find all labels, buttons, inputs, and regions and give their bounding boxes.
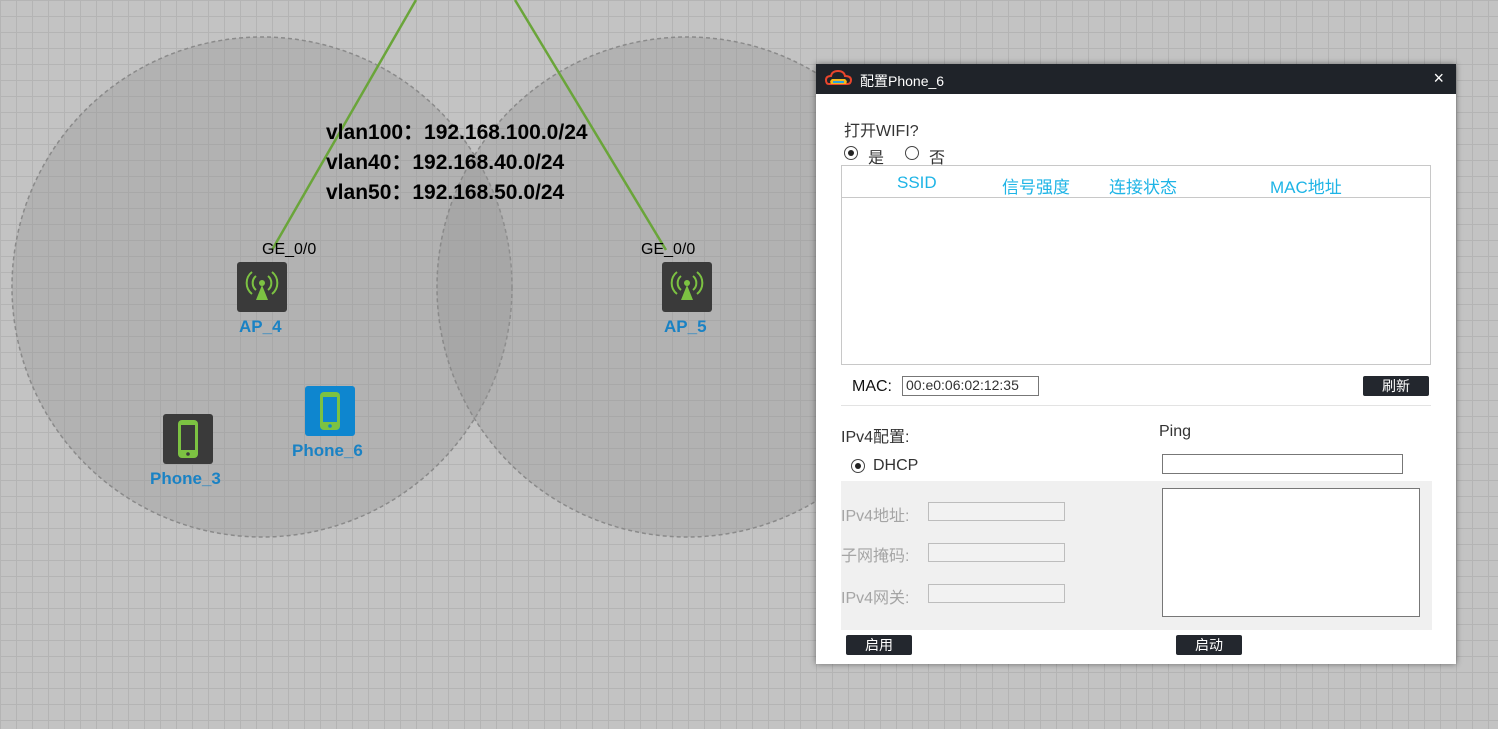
close-icon[interactable]: × bbox=[1433, 68, 1444, 89]
gateway-label: IPv4网关: bbox=[841, 590, 910, 607]
apply-button[interactable]: 启用 bbox=[846, 635, 912, 655]
phone6-label: Phone_6 bbox=[292, 441, 363, 460]
ipv4-address-input[interactable] bbox=[928, 502, 1065, 521]
col-connection-status[interactable]: 连接状态 bbox=[1109, 173, 1177, 198]
col-signal-strength[interactable]: 信号强度 bbox=[1002, 173, 1070, 198]
ap4-label: AP_4 bbox=[239, 317, 282, 336]
wifi-question-label: 打开WIFI? bbox=[844, 123, 919, 140]
ap4-device[interactable] bbox=[237, 262, 287, 312]
ipv4-address-label: IPv4地址: bbox=[841, 508, 910, 525]
dialog-title: 配置Phone_6 bbox=[860, 73, 945, 89]
phone3-label: Phone_3 bbox=[150, 469, 221, 488]
vlan40-annotation: vlan40：192.168.40.0/24 bbox=[326, 151, 565, 174]
wifi-no-radio[interactable] bbox=[905, 146, 919, 160]
ping-label: Ping bbox=[1159, 423, 1192, 440]
table-header-row: SSID 信号强度 连接状态 MAC地址 bbox=[842, 166, 1430, 198]
refresh-button[interactable]: 刷新 bbox=[1363, 376, 1429, 396]
vlan100-annotation: vlan100：192.168.100.0/24 bbox=[326, 121, 588, 144]
ap5-device[interactable] bbox=[662, 262, 712, 312]
wifi-yes-radio[interactable] bbox=[844, 146, 858, 160]
ap5-label: AP_5 bbox=[664, 317, 707, 336]
vlan50-annotation: vlan50：192.168.50.0/24 bbox=[326, 181, 565, 204]
phone-icon bbox=[320, 392, 340, 430]
phone-config-dialog: 配置Phone_6 × 打开WIFI? 是 否 SSID 信号强度 连接状态 M… bbox=[816, 64, 1456, 664]
divider bbox=[841, 405, 1431, 406]
subnet-mask-label: 子网掩码: bbox=[841, 548, 910, 565]
dialog-titlebar[interactable]: 配置Phone_6 × bbox=[816, 64, 1456, 94]
phone3-device[interactable] bbox=[163, 414, 213, 464]
mac-field[interactable]: 00:e0:06:02:12:35 bbox=[902, 376, 1039, 396]
subnet-mask-input[interactable] bbox=[928, 543, 1065, 562]
wifi-network-table[interactable]: SSID 信号强度 连接状态 MAC地址 bbox=[841, 165, 1431, 365]
ap5-port-label: GE_0/0 bbox=[641, 241, 696, 258]
gateway-input[interactable] bbox=[928, 584, 1065, 603]
cloud-logo-icon bbox=[825, 69, 853, 85]
phone6-device[interactable] bbox=[305, 386, 355, 436]
dhcp-label: DHCP bbox=[873, 457, 919, 474]
dhcp-radio[interactable] bbox=[851, 459, 865, 473]
start-ping-button[interactable]: 启动 bbox=[1176, 635, 1242, 655]
wireless-ap-icon bbox=[670, 271, 704, 300]
ipv4-config-label: IPv4配置: bbox=[841, 429, 910, 446]
wireless-ap-icon bbox=[245, 271, 279, 300]
ping-output-area[interactable] bbox=[1162, 488, 1420, 617]
mac-label: MAC: bbox=[852, 378, 892, 395]
phone-icon bbox=[178, 420, 198, 458]
col-ssid[interactable]: SSID bbox=[897, 173, 937, 193]
ping-target-input[interactable] bbox=[1162, 454, 1403, 474]
col-mac-address[interactable]: MAC地址 bbox=[1270, 173, 1342, 198]
ap4-port-label: GE_0/0 bbox=[262, 241, 317, 258]
